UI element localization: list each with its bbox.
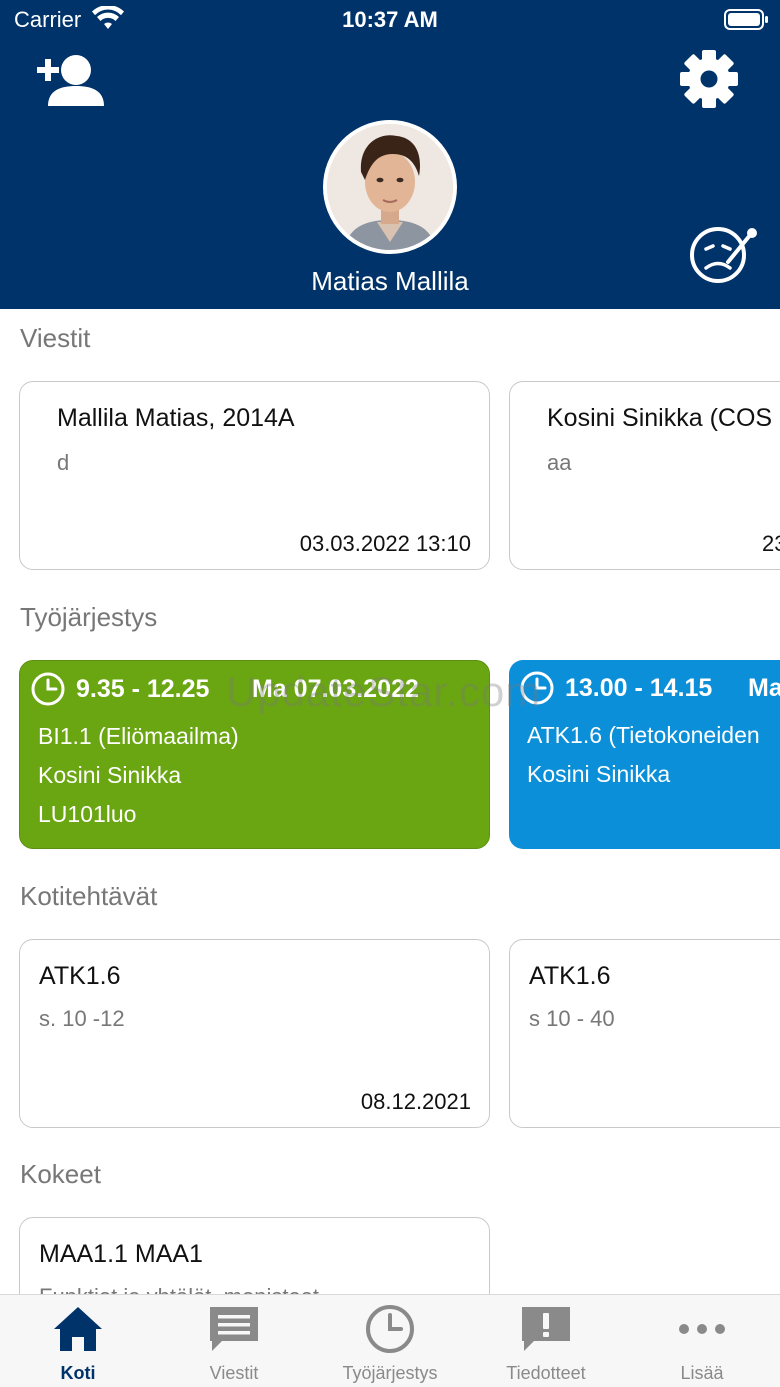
homework-course: ATK1.6 <box>529 962 611 990</box>
message-preview: aa <box>547 450 572 475</box>
tab-label: Tiedotteet <box>506 1363 586 1383</box>
avatar[interactable] <box>323 120 457 254</box>
app-screen: Carrier 10:37 AM Matias Mallila Viestit … <box>0 0 780 1387</box>
more-icon <box>679 1324 725 1334</box>
homework-course: ATK1.6 <box>39 962 121 990</box>
lesson-card[interactable]: 13.00 - 14.15 Ma ATK1.6 (Tietokoneiden K… <box>509 660 780 849</box>
lesson-teacher: Kosini Sinikka <box>38 762 182 788</box>
tab-more[interactable]: Lisää <box>624 1295 780 1387</box>
add-user-icon[interactable] <box>34 50 106 110</box>
status-bar: Carrier 10:37 AM <box>0 0 780 40</box>
section-title-messages[interactable]: Viestit <box>20 323 90 354</box>
home-icon <box>54 1307 102 1351</box>
clock-icon <box>520 671 554 705</box>
lesson-card[interactable]: 9.35 - 12.25 Ma 07.03.2022 BI1.1 (Eliöma… <box>19 660 490 849</box>
tab-label: Työjärjestys <box>342 1363 438 1383</box>
tab-label: Koti <box>60 1363 96 1383</box>
announcement-icon <box>522 1307 570 1351</box>
section-title-exams[interactable]: Kokeet <box>20 1159 101 1190</box>
message-preview: d <box>57 450 70 475</box>
user-name: Matias Mallila <box>311 266 469 296</box>
exam-description: Funktiot ja yhtälöt, monisteet <box>39 1284 319 1294</box>
tab-messages[interactable]: Viestit <box>156 1295 312 1387</box>
message-sender: Mallila Matias, 2014A <box>57 404 295 432</box>
homework-description: s 10 - 40 <box>529 1006 615 1031</box>
message-date: 03.03.2022 13:10 <box>299 531 471 556</box>
lesson-time: 9.35 - 12.25 <box>76 675 210 703</box>
profile-header: Carrier 10:37 AM Matias Mallila <box>0 0 780 309</box>
lesson-date: Ma <box>748 674 780 702</box>
tab-schedule[interactable]: Työjärjestys <box>312 1295 468 1387</box>
lesson-room: LU101luo <box>38 801 137 827</box>
lesson-teacher: Kosini Sinikka <box>527 761 671 787</box>
message-icon <box>210 1307 258 1351</box>
homework-card[interactable]: ATK1.6 s 10 - 40 <box>509 939 780 1128</box>
section-title-homework[interactable]: Kotitehtävät <box>20 881 157 912</box>
exam-title: MAA1.1 MAA1 <box>39 1240 203 1268</box>
homework-date: 08.12.2021 <box>360 1089 471 1114</box>
lesson-date: Ma 07.03.2022 <box>252 675 419 703</box>
tab-announcements[interactable]: Tiedotteet <box>468 1295 624 1387</box>
lesson-course: ATK1.6 (Tietokoneiden <box>527 722 760 748</box>
tab-home[interactable]: Koti <box>0 1295 156 1387</box>
avatar-photo <box>327 124 453 250</box>
battery-icon <box>724 9 768 30</box>
tab-label: Lisää <box>680 1363 724 1383</box>
homework-description: s. 10 -12 <box>39 1006 125 1031</box>
lesson-time: 13.00 - 14.15 <box>565 674 713 702</box>
lesson-course: BI1.1 (Eliömaailma) <box>38 723 239 749</box>
section-title-schedule[interactable]: Työjärjestys <box>20 602 157 633</box>
message-date: 23 <box>762 531 780 556</box>
dashboard-content: Viestit Mallila Matias, 2014A d 03.03.20… <box>0 309 780 1294</box>
message-sender: Kosini Sinikka (COS <box>547 404 773 432</box>
status-time: 10:37 AM <box>342 7 438 32</box>
message-card[interactable]: Kosini Sinikka (COS aa 23 <box>509 381 780 570</box>
gear-icon[interactable] <box>678 48 740 110</box>
exam-card[interactable]: MAA1.1 MAA1 Funktiot ja yhtälöt, moniste… <box>19 1217 490 1294</box>
clock-icon <box>31 672 65 706</box>
tab-bar: Koti Viestit Työjärjestys Tiedotteet Lis… <box>0 1294 780 1387</box>
clock-icon <box>366 1305 414 1353</box>
tab-label: Viestit <box>209 1363 259 1383</box>
homework-card[interactable]: ATK1.6 s. 10 -12 08.12.2021 <box>19 939 490 1128</box>
message-card[interactable]: Mallila Matias, 2014A d 03.03.2022 13:10 <box>19 381 490 570</box>
